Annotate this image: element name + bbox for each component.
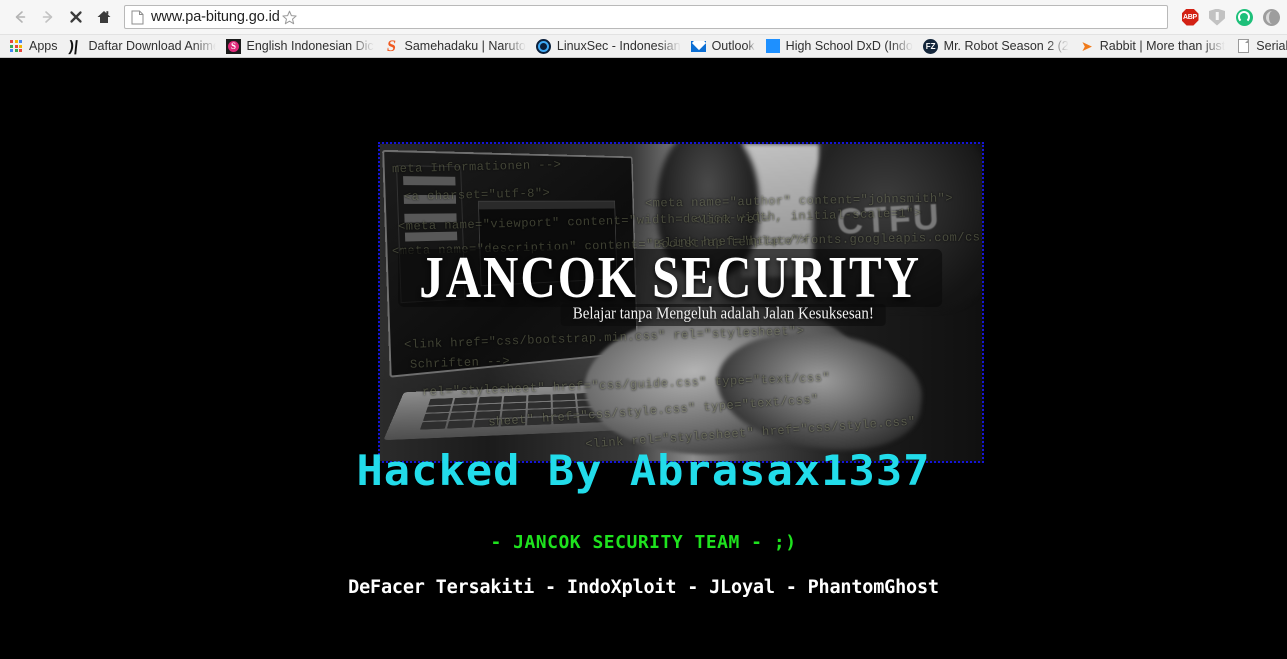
- banner-title-text: JANCOK SECURITY: [419, 243, 922, 310]
- banner-subtitle: Belajar tanpa Mengeluh adalah Jalan Kesu…: [560, 304, 886, 327]
- n-letter-icon: )|: [67, 37, 79, 55]
- address-bar[interactable]: www.pa-bitung.go.id: [124, 5, 1168, 29]
- bookmark-label: Rabbit | More than just: [1099, 39, 1226, 53]
- linuxsec-ring-icon: [536, 38, 552, 54]
- bookmark-label: High School DxD (Indo: [785, 39, 913, 53]
- extension-icons: ABP: [1172, 7, 1281, 27]
- browser-toolbar: www.pa-bitung.go.id ABP: [0, 0, 1287, 34]
- fz-circle-icon: FZ: [923, 38, 939, 54]
- bookmark-label: Outlook: [711, 39, 755, 53]
- bookmark-label: Daftar Download Anime: [88, 39, 216, 53]
- home-button[interactable]: [90, 3, 118, 31]
- bookmark-apps[interactable]: Apps: [4, 37, 64, 56]
- apps-grid-icon: [8, 38, 24, 54]
- defaced-page-content: CTFU meta Informationen --> <a charset="…: [0, 58, 1287, 659]
- deface-team-line: - JANCOK SECURITY TEAM - ;): [490, 532, 797, 553]
- bookmarks-bar: Apps )| Daftar Download Anime S English …: [0, 34, 1287, 57]
- back-button[interactable]: [6, 3, 34, 31]
- deface-headline: Hacked By Abrasax1337: [356, 446, 931, 495]
- bookmark-label: Samehadaku | Naruto: [404, 39, 526, 53]
- bookmark-rabbit[interactable]: ➤ Rabbit | More than just: [1075, 37, 1232, 56]
- blue-square-icon: [765, 38, 781, 54]
- address-bar-url: www.pa-bitung.go.id: [151, 9, 280, 25]
- bookmark-daftar-download-anime[interactable]: )| Daftar Download Anime: [64, 37, 222, 56]
- bookmark-high-school-dxd[interactable]: High School DxD (Indo: [761, 37, 919, 56]
- page-document-icon: [131, 10, 144, 25]
- star-icon[interactable]: [280, 7, 300, 27]
- bookmark-mr-robot-season-2[interactable]: FZ Mr. Robot Season 2 (2: [919, 37, 1075, 56]
- code-line: Schriften -->: [409, 354, 511, 372]
- banner-subtitle-text: Belajar tanpa Mengeluh adalah Jalan Kesu…: [572, 305, 874, 323]
- code-line: meta Informationen -->: [391, 157, 562, 176]
- deface-message-block: Hacked By Abrasax1337 - JANCOK SECURITY …: [0, 446, 1287, 599]
- forward-button[interactable]: [34, 3, 62, 31]
- bookmark-label: LinuxSec - Indonesian: [556, 39, 681, 53]
- bookmark-linuxsec[interactable]: LinuxSec - Indonesian: [532, 37, 687, 56]
- bookmark-samehadaku[interactable]: S Samehadaku | Naruto: [380, 37, 532, 56]
- stop-x-icon: [70, 11, 82, 23]
- rabbit-icon: ➤: [1080, 38, 1093, 54]
- defacement-banner: CTFU meta Informationen --> <a charset="…: [378, 142, 984, 463]
- stop-button[interactable]: [62, 3, 90, 31]
- bookmark-label: Serial Dart: [1256, 39, 1287, 53]
- deface-credits-line: DeFacer Tersakiti - IndoXploit - JLoyal …: [348, 577, 939, 598]
- forward-arrow-icon: [42, 11, 53, 23]
- bookmark-label: Mr. Robot Season 2 (2: [943, 39, 1069, 53]
- bookmark-serial-dart[interactable]: Serial Dart: [1231, 37, 1287, 56]
- banner-title: JANCOK SECURITY: [398, 243, 943, 310]
- back-arrow-icon: [15, 11, 26, 23]
- shield-extension-icon[interactable]: [1207, 7, 1227, 27]
- page-document-icon: [1235, 38, 1251, 54]
- bookmark-english-indonesian-dictionary[interactable]: S English Indonesian Dictionary: [222, 37, 380, 56]
- bookmark-label: Apps: [29, 39, 58, 53]
- dictionary-icon: S: [226, 38, 242, 54]
- bookmark-label: English Indonesian Dictionary: [246, 39, 374, 53]
- green-circle-extension-icon[interactable]: [1234, 7, 1254, 27]
- abp-badge-label: ABP: [1181, 8, 1199, 26]
- envelope-icon: [691, 38, 707, 54]
- adblock-plus-icon[interactable]: ABP: [1180, 7, 1200, 27]
- code-line: <a charset="utf-8">: [403, 186, 551, 204]
- bookmark-outlook[interactable]: Outlook: [687, 37, 761, 56]
- samehadaku-icon: S: [385, 37, 398, 55]
- gray-extension-icon[interactable]: [1261, 7, 1281, 27]
- home-icon: [97, 11, 111, 23]
- browser-chrome: www.pa-bitung.go.id ABP Apps)| Daftar D…: [0, 0, 1287, 58]
